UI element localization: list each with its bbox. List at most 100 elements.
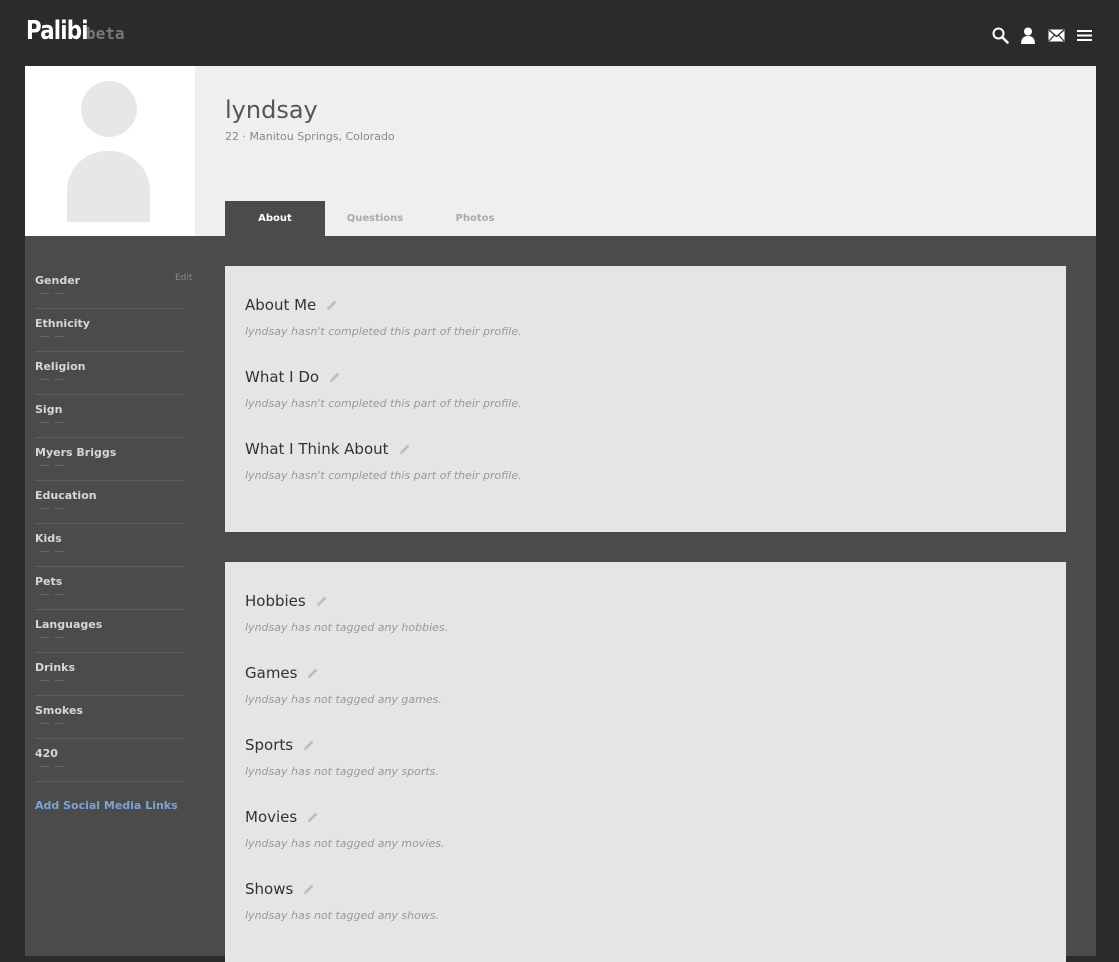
about-section: What I Think About lyndsay hasn't complet…: [245, 430, 1046, 492]
pencil-icon[interactable]: [303, 883, 315, 895]
section-header: Games: [245, 654, 1046, 682]
section-header: Hobbies: [245, 582, 1046, 610]
attribute-label: Languages: [35, 618, 103, 631]
mail-icon[interactable]: [1047, 26, 1065, 44]
section-title: Games: [245, 664, 298, 682]
profile-tabs: About Questions Photos: [225, 201, 525, 236]
attribute-row: Religion — —: [35, 352, 185, 395]
pencil-icon[interactable]: [303, 739, 315, 751]
section-header: Movies: [245, 798, 1046, 826]
attribute-value: — —: [39, 503, 66, 514]
section-body: lyndsay hasn't completed this part of th…: [245, 469, 522, 482]
interest-section: Movies lyndsay has not tagged any movies.: [245, 798, 1046, 860]
tab-about[interactable]: About: [225, 201, 325, 236]
search-icon[interactable]: [991, 26, 1009, 44]
section-body: lyndsay hasn't completed this part of th…: [245, 397, 522, 410]
top-bar: Palibi beta: [0, 0, 1119, 66]
section-body: lyndsay has not tagged any sports.: [245, 765, 439, 778]
about-section: About Me lyndsay hasn't completed this pa…: [245, 286, 1046, 348]
attribute-value: — —: [39, 589, 66, 600]
attribute-row: Languages — —: [35, 610, 185, 653]
avatar-head-shape: [81, 81, 137, 137]
attribute-list: Gender — — Ethnicity — — Religion — — Sign — — M…: [35, 266, 185, 782]
nav-icons: [991, 26, 1093, 44]
pencil-icon[interactable]: [316, 595, 328, 607]
section-title: Hobbies: [245, 592, 306, 610]
section-header: What I Think About: [245, 430, 1046, 458]
pencil-icon[interactable]: [399, 443, 411, 455]
attribute-value: — —: [39, 374, 66, 385]
attribute-row: Sign — —: [35, 395, 185, 438]
pencil-icon[interactable]: [329, 371, 341, 383]
attribute-value: — —: [39, 331, 66, 342]
attribute-label: Gender: [35, 274, 81, 287]
attribute-row: Pets — —: [35, 567, 185, 610]
attribute-row: Ethnicity — —: [35, 309, 185, 352]
attribute-label: Kids: [35, 532, 62, 545]
attribute-label: Sign: [35, 403, 63, 416]
logo-beta-tag: beta: [86, 24, 125, 43]
profile-username: lyndsay: [225, 96, 318, 124]
section-body: lyndsay hasn't completed this part of th…: [245, 325, 522, 338]
section-header: About Me: [245, 286, 1046, 314]
attribute-label: Ethnicity: [35, 317, 90, 330]
attribute-value: — —: [39, 417, 66, 428]
attribute-row: Kids — —: [35, 524, 185, 567]
attribute-row: 420— —: [35, 739, 185, 782]
interest-section: Shows lyndsay has not tagged any shows.: [245, 870, 1046, 932]
section-title: What I Think About: [245, 440, 389, 458]
interest-section: Sports lyndsay has not tagged any sports.: [245, 726, 1046, 788]
attribute-value: — —: [39, 718, 66, 729]
attribute-value: — —: [39, 675, 66, 686]
pencil-icon[interactable]: [307, 811, 319, 823]
attributes-sidebar: Edit Gender — — Ethnicity — — Religion — — Sig…: [35, 266, 192, 812]
attribute-label: Drinks: [35, 661, 76, 674]
attribute-row: Smokes — —: [35, 696, 185, 739]
profile-subinfo: 22 · Manitou Springs, Colorado: [225, 130, 395, 143]
tab-questions[interactable]: Questions: [325, 201, 425, 236]
interests-card: Hobbies lyndsay has not tagged any hobbie…: [225, 562, 1066, 962]
attribute-row: Gender — —: [35, 266, 185, 309]
pencil-icon[interactable]: [326, 299, 338, 311]
about-section: What I Do lyndsay hasn't completed this p…: [245, 358, 1046, 420]
logo-text: Palibi: [26, 16, 89, 46]
attribute-label: 420: [35, 747, 58, 760]
attribute-value: — —: [39, 460, 66, 471]
avatar[interactable]: [25, 66, 195, 236]
attribute-label: Religion: [35, 360, 86, 373]
logo[interactable]: Palibi beta: [26, 16, 125, 46]
section-body: lyndsay has not tagged any movies.: [245, 837, 445, 850]
attribute-value: — —: [39, 761, 66, 772]
attribute-label: Education: [35, 489, 97, 502]
section-body: lyndsay has not tagged any hobbies.: [245, 621, 449, 634]
tab-photos[interactable]: Photos: [425, 201, 525, 236]
section-title: About Me: [245, 296, 317, 314]
edit-attributes-link[interactable]: Edit: [175, 273, 192, 283]
section-title: Shows: [245, 880, 294, 898]
pencil-icon[interactable]: [307, 667, 319, 679]
person-icon[interactable]: [1019, 26, 1037, 44]
main-content: Edit Gender — — Ethnicity — — Religion — — Sig…: [25, 236, 1096, 962]
add-social-media-link[interactable]: Add Social Media Links: [35, 799, 185, 812]
attribute-row: Myers Briggs — —: [35, 438, 185, 481]
section-header: What I Do: [245, 358, 1046, 386]
section-header: Sports: [245, 726, 1046, 754]
profile-header: lyndsay 22 · Manitou Springs, Colorado A…: [25, 66, 1096, 236]
attribute-label: Pets: [35, 575, 63, 588]
section-title: Movies: [245, 808, 298, 826]
section-body: lyndsay has not tagged any shows.: [245, 909, 440, 922]
menu-icon[interactable]: [1075, 26, 1093, 44]
section-title: Sports: [245, 736, 294, 754]
attribute-label: Smokes: [35, 704, 83, 717]
section-title: What I Do: [245, 368, 320, 386]
section-header: Shows: [245, 870, 1046, 898]
avatar-body-shape: [67, 151, 150, 222]
interest-section: Games lyndsay has not tagged any games.: [245, 654, 1046, 716]
attribute-row: Education — —: [35, 481, 185, 524]
section-body: lyndsay has not tagged any games.: [245, 693, 442, 706]
attribute-value: — —: [39, 546, 66, 557]
interest-section: Hobbies lyndsay has not tagged any hobbie…: [245, 582, 1046, 644]
attribute-row: Drinks — —: [35, 653, 185, 696]
attribute-value: — —: [39, 288, 66, 299]
about-card: About Me lyndsay hasn't completed this pa…: [225, 266, 1066, 532]
